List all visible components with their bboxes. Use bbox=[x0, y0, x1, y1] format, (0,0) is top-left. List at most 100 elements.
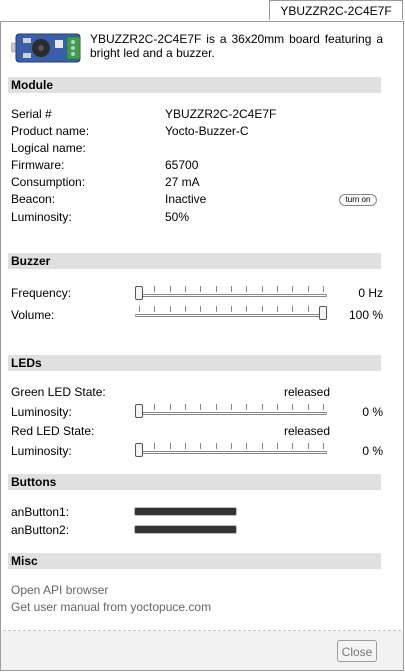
slider-tick bbox=[277, 443, 278, 449]
slider-track bbox=[135, 314, 327, 317]
slider-tick bbox=[308, 443, 309, 449]
slider-tick bbox=[308, 286, 309, 292]
slider-track bbox=[135, 451, 327, 454]
volume-slider[interactable] bbox=[135, 306, 327, 320]
slider-thumb[interactable] bbox=[135, 286, 143, 300]
slider-tick bbox=[154, 306, 155, 312]
logical-name-label: Logical name: bbox=[11, 141, 86, 155]
module-section-header: Module bbox=[8, 77, 381, 93]
slider-tick bbox=[185, 404, 186, 410]
green-luminosity-value: 0 % bbox=[362, 405, 383, 419]
slider-thumb[interactable] bbox=[135, 404, 143, 418]
slider-tick bbox=[200, 443, 201, 449]
slider-tick bbox=[154, 443, 155, 449]
slider-tick bbox=[231, 306, 232, 312]
slider-tick bbox=[216, 443, 217, 449]
serial-value: YBUZZR2C-2C4E7F bbox=[165, 107, 277, 121]
green-luminosity-label: Luminosity: bbox=[11, 405, 72, 419]
buzzer-section-header: Buzzer bbox=[8, 253, 381, 269]
slider-tick bbox=[170, 443, 171, 449]
slider-tick bbox=[170, 286, 171, 292]
red-luminosity-slider[interactable] bbox=[135, 443, 327, 457]
slider-tick bbox=[216, 286, 217, 292]
anbutton2-bar bbox=[134, 525, 237, 534]
green-led-state-label: Green LED State: bbox=[11, 385, 106, 399]
anbutton1-label: anButton1: bbox=[11, 505, 70, 519]
slider-tick bbox=[323, 286, 324, 292]
slider-tick bbox=[170, 306, 171, 312]
firmware-value: 65700 bbox=[165, 158, 199, 172]
consumption-label: Consumption: bbox=[11, 175, 86, 189]
buttons-section-header: Buttons bbox=[8, 474, 381, 490]
frequency-slider[interactable] bbox=[135, 286, 327, 300]
slider-tick bbox=[262, 443, 263, 449]
slider-tick bbox=[292, 443, 293, 449]
slider-tick bbox=[308, 404, 309, 410]
beacon-value: Inactive bbox=[165, 192, 207, 206]
green-led-state-value: released bbox=[283, 385, 330, 399]
slider-tick bbox=[246, 443, 247, 449]
slider-tick bbox=[154, 286, 155, 292]
slider-tick bbox=[262, 404, 263, 410]
slider-tick bbox=[323, 443, 324, 449]
slider-thumb[interactable] bbox=[319, 306, 327, 320]
firmware-label: Firmware: bbox=[11, 158, 65, 172]
red-led-state-label: Red LED State: bbox=[11, 424, 95, 438]
frequency-label: Frequency: bbox=[11, 286, 72, 300]
slider-tick bbox=[262, 306, 263, 312]
slider-tick bbox=[277, 286, 278, 292]
volume-label: Volume: bbox=[11, 308, 55, 322]
red-led-state-value: released bbox=[283, 424, 330, 438]
slider-tick bbox=[323, 404, 324, 410]
anbutton1-bar bbox=[134, 507, 237, 516]
product-name-value: Yocto-Buzzer-C bbox=[165, 124, 249, 138]
slider-tick bbox=[262, 286, 263, 292]
slider-tick bbox=[292, 286, 293, 292]
product-name-label: Product name: bbox=[11, 124, 90, 138]
open-api-browser-link[interactable]: Open API browser bbox=[11, 583, 108, 597]
volume-value: 100 % bbox=[348, 308, 383, 322]
slider-tick bbox=[308, 306, 309, 312]
slider-tick bbox=[200, 404, 201, 410]
slider-tick bbox=[292, 306, 293, 312]
slider-tick bbox=[231, 286, 232, 292]
slider-tick bbox=[139, 306, 140, 312]
slider-tick bbox=[216, 404, 217, 410]
device-tab[interactable]: YBUZZR2C-2C4E7F bbox=[269, 0, 403, 20]
slider-thumb[interactable] bbox=[135, 443, 143, 457]
beacon-turn-on-button[interactable]: turn on bbox=[339, 194, 377, 206]
anbutton2-label: anButton2: bbox=[11, 523, 70, 537]
red-luminosity-label: Luminosity: bbox=[11, 444, 72, 458]
frequency-value: 0 Hz bbox=[358, 286, 383, 300]
slider-tick bbox=[246, 286, 247, 292]
serial-label: Serial # bbox=[11, 107, 52, 121]
slider-tick bbox=[185, 443, 186, 449]
slider-tick bbox=[277, 306, 278, 312]
slider-tick bbox=[292, 404, 293, 410]
slider-tick bbox=[200, 286, 201, 292]
slider-tick bbox=[277, 404, 278, 410]
slider-tick bbox=[216, 306, 217, 312]
red-luminosity-value: 0 % bbox=[362, 444, 383, 458]
slider-tick bbox=[200, 306, 201, 312]
slider-tick bbox=[231, 443, 232, 449]
leds-section-header: LEDs bbox=[8, 355, 381, 371]
green-luminosity-slider[interactable] bbox=[135, 404, 327, 418]
slider-tick bbox=[154, 404, 155, 410]
beacon-label: Beacon: bbox=[11, 192, 56, 206]
close-button[interactable]: Close bbox=[337, 640, 377, 662]
slider-track bbox=[135, 412, 327, 415]
slider-tick bbox=[185, 306, 186, 312]
device-description: YBUZZR2C-2C4E7F is a 36x20mm board featu… bbox=[90, 32, 383, 60]
user-manual-link[interactable]: Get user manual from yoctopuce.com bbox=[11, 600, 211, 614]
slider-track bbox=[135, 294, 327, 297]
board-image bbox=[10, 32, 85, 64]
module-luminosity-value: 50% bbox=[165, 210, 190, 224]
footer-divider bbox=[3, 630, 401, 631]
module-luminosity-label: Luminosity: bbox=[11, 210, 72, 224]
slider-tick bbox=[246, 404, 247, 410]
slider-tick bbox=[170, 404, 171, 410]
consumption-value: 27 mA bbox=[165, 175, 200, 189]
slider-tick bbox=[185, 286, 186, 292]
slider-tick bbox=[246, 306, 247, 312]
